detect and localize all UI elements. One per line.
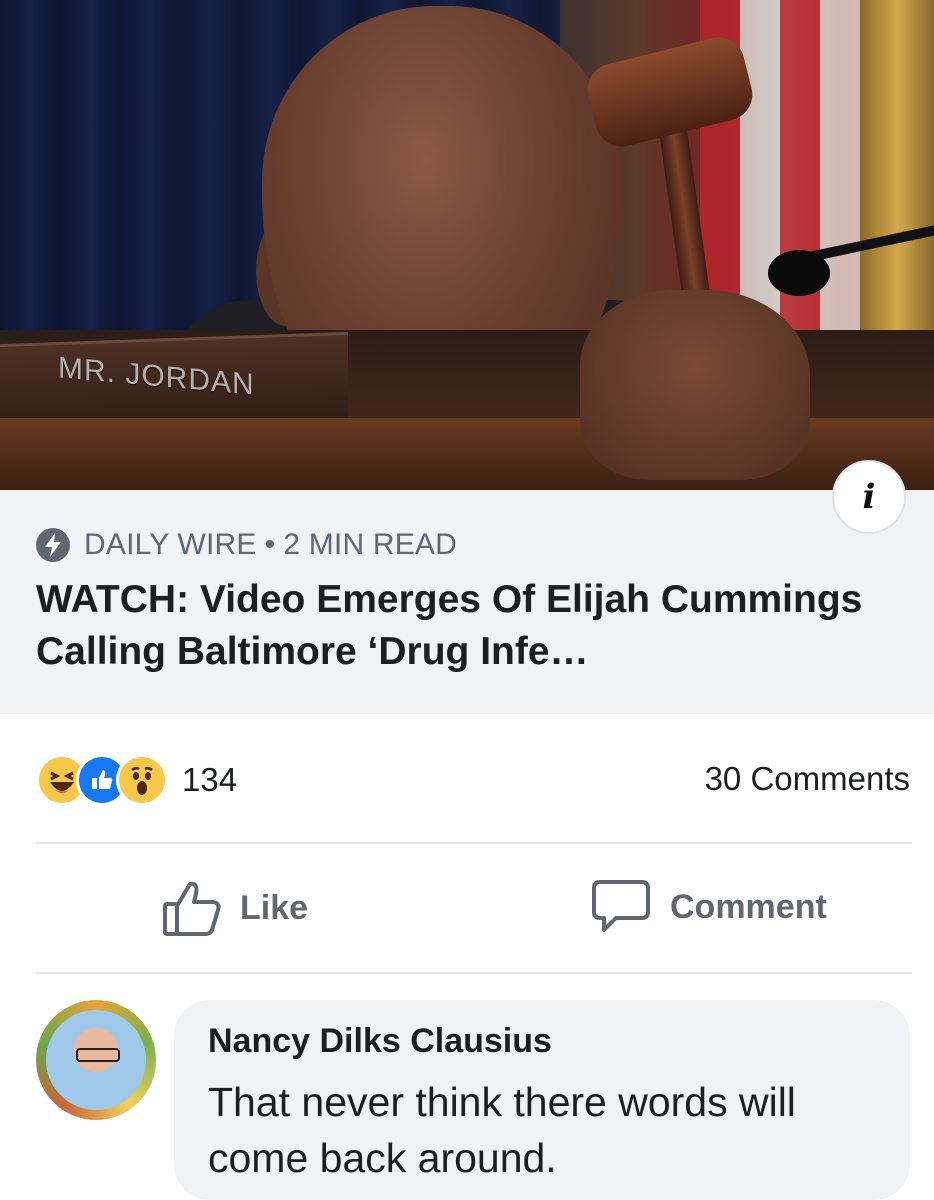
wow-emoji-icon <box>116 754 168 806</box>
comment-button[interactable]: Comment <box>590 878 827 936</box>
comment-bubble-icon <box>592 880 650 932</box>
comment-author[interactable]: Nancy Dilks Clausius <box>208 1022 552 1061</box>
glasses <box>76 1048 120 1062</box>
info-icon: i <box>862 477 876 517</box>
lightning-bolt-icon <box>36 528 70 562</box>
comment-label: Comment <box>670 887 827 926</box>
info-button[interactable]: i <box>832 460 906 534</box>
reactions-summary[interactable]: 134 <box>36 754 237 806</box>
comments-count-link[interactable]: 30 Comments <box>705 760 910 798</box>
source-separator: • <box>264 528 276 561</box>
avatar-photo <box>46 1010 146 1110</box>
article-photo[interactable]: MR. JORDAN <box>0 0 934 490</box>
read-time: 2 MIN READ <box>283 528 458 561</box>
like-label: Like <box>240 888 309 927</box>
link-source-row: DAILY WIRE • 2 MIN READ <box>36 528 457 562</box>
divider-bottom <box>36 972 912 974</box>
microphone <box>768 250 830 296</box>
reaction-count: 134 <box>182 761 238 798</box>
like-icon <box>163 881 221 936</box>
link-headline[interactable]: WATCH: Video Emerges Of Elijah Cummings … <box>36 574 916 678</box>
divider-top <box>36 842 912 844</box>
link-source: DAILY WIRE <box>84 528 257 561</box>
hand <box>580 290 810 480</box>
like-button[interactable]: Like <box>162 878 308 938</box>
commenter-avatar[interactable] <box>36 1000 156 1120</box>
comment-text: That never think there words will come b… <box>208 1079 796 1181</box>
